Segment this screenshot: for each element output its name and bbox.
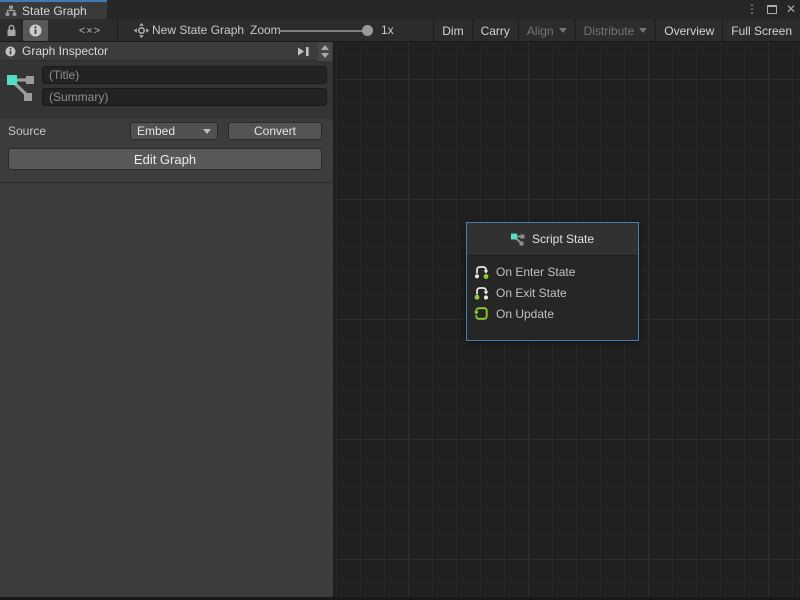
toolbar-right-group: Dim Carry Align Distribute Overview Full… bbox=[433, 19, 800, 42]
source-label: Source bbox=[8, 124, 46, 138]
inspector-header: Graph Inspector bbox=[0, 42, 333, 61]
graph-canvas[interactable]: Script State On Enter State O bbox=[334, 42, 800, 597]
graph-icon bbox=[511, 232, 525, 246]
overview-label: Overview bbox=[664, 20, 714, 42]
chevron-down-icon bbox=[203, 129, 211, 134]
distribute-label: Distribute bbox=[584, 20, 635, 42]
close-icon[interactable]: ✕ bbox=[786, 0, 796, 19]
graph-icon bbox=[6, 68, 36, 104]
graph-move-icon bbox=[133, 20, 149, 41]
code-preview-toggle-button[interactable]: <×> bbox=[68, 20, 112, 41]
lock-icon bbox=[6, 24, 17, 37]
node-title: Script State bbox=[532, 232, 594, 246]
fullscreen-label: Full Screen bbox=[731, 20, 792, 42]
zoom-slider[interactable] bbox=[279, 30, 373, 32]
scroll-down-icon[interactable] bbox=[321, 53, 329, 58]
window-titlebar: State Graph ⋮ ✕ bbox=[0, 0, 800, 19]
graph-name-label: New State Graph bbox=[152, 19, 244, 42]
dim-label: Dim bbox=[442, 20, 463, 42]
state-update-icon bbox=[474, 306, 489, 321]
state-exit-icon bbox=[474, 285, 489, 300]
maximize-icon[interactable] bbox=[767, 5, 777, 14]
event-label: On Enter State bbox=[496, 265, 575, 279]
inspector-empty-area bbox=[0, 183, 333, 597]
info-icon bbox=[29, 24, 42, 37]
script-state-node[interactable]: Script State On Enter State O bbox=[466, 222, 639, 341]
tab-title: State Graph bbox=[22, 4, 87, 18]
event-row-on-enter-state[interactable]: On Enter State bbox=[467, 261, 638, 282]
state-graph-tab-icon bbox=[5, 5, 17, 17]
convert-label: Convert bbox=[254, 124, 296, 138]
dock-panel-button[interactable] bbox=[294, 44, 311, 58]
graph-inspector-panel: Graph Inspector Source Embed Convert bbox=[0, 42, 334, 597]
zoom-value: 1x bbox=[381, 19, 394, 42]
zoom-slider-handle[interactable] bbox=[362, 25, 373, 36]
node-header[interactable]: Script State bbox=[467, 223, 638, 256]
info-icon bbox=[5, 46, 16, 57]
scroll-stepper bbox=[318, 42, 332, 61]
node-body: On Enter State On Exit State On Update bbox=[467, 256, 638, 340]
edit-graph-label: Edit Graph bbox=[134, 152, 196, 167]
toolbar-separator bbox=[21, 19, 22, 41]
chevron-down-icon bbox=[639, 28, 647, 33]
fullscreen-button[interactable]: Full Screen bbox=[722, 19, 800, 42]
toolbar-separator bbox=[117, 19, 118, 41]
zoom-label: Zoom bbox=[250, 19, 281, 42]
chevron-down-icon bbox=[559, 28, 567, 33]
source-dropdown[interactable]: Embed bbox=[130, 122, 218, 140]
convert-button[interactable]: Convert bbox=[228, 122, 322, 140]
scroll-up-icon[interactable] bbox=[321, 45, 329, 50]
edit-graph-button[interactable]: Edit Graph bbox=[8, 148, 322, 170]
distribute-button: Distribute bbox=[575, 19, 656, 42]
event-label: On Update bbox=[496, 307, 554, 321]
window-menu-icon[interactable]: ⋮ bbox=[746, 0, 758, 19]
align-label: Align bbox=[527, 20, 554, 42]
event-row-on-update[interactable]: On Update bbox=[467, 303, 638, 324]
dim-button[interactable]: Dim bbox=[433, 19, 471, 42]
carry-button[interactable]: Carry bbox=[472, 19, 518, 42]
window-controls: ⋮ ✕ bbox=[746, 0, 796, 19]
inspector-fields-section bbox=[0, 61, 333, 119]
code-toggle-icon: <×> bbox=[79, 25, 101, 37]
inspector-title: Graph Inspector bbox=[22, 44, 108, 58]
event-row-on-exit-state[interactable]: On Exit State bbox=[467, 282, 638, 303]
inspector-toggle-button[interactable] bbox=[23, 20, 48, 41]
overview-button[interactable]: Overview bbox=[655, 19, 722, 42]
source-dropdown-value: Embed bbox=[137, 124, 175, 138]
lock-button[interactable] bbox=[2, 20, 21, 41]
graph-summary-input[interactable] bbox=[42, 88, 327, 106]
event-label: On Exit State bbox=[496, 286, 567, 300]
state-enter-icon bbox=[474, 264, 489, 279]
tab-state-graph[interactable]: State Graph bbox=[0, 0, 107, 19]
carry-label: Carry bbox=[481, 20, 510, 42]
dock-panel-icon bbox=[296, 46, 310, 57]
graph-title-input[interactable] bbox=[42, 66, 327, 84]
graph-toolbar: <×> New State Graph Zoom 1x Dim Carry Al… bbox=[0, 19, 800, 42]
align-button: Align bbox=[518, 19, 575, 42]
